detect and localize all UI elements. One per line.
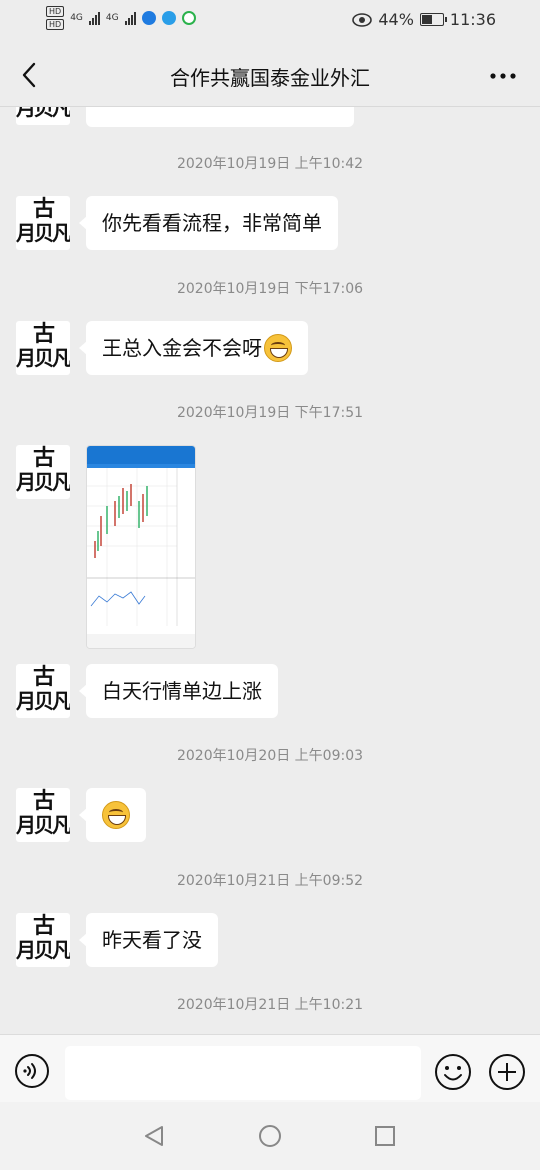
eye-icon	[352, 12, 373, 27]
chart-screenshot-image	[87, 446, 195, 648]
avatar[interactable]: 古 月贝凡	[16, 913, 70, 967]
avatar-glyph-top: 古	[32, 788, 55, 814]
status-left-indicators: HD HD 4G 4G	[46, 6, 196, 30]
timestamp: 2020年10月19日 下午17:51	[176, 405, 364, 421]
message-input[interactable]	[65, 1046, 421, 1100]
signal-bars-icon-2	[124, 11, 136, 25]
avatar[interactable]: 古 月贝凡	[16, 445, 70, 499]
timestamp: 2020年10月21日 上午09:52	[176, 873, 364, 889]
avatar-glyph-top: 古	[32, 321, 55, 347]
home-circle-icon[interactable]	[258, 1124, 282, 1148]
app-notification-icon-2	[161, 11, 176, 25]
avatar-glyph-top: 古	[32, 445, 55, 471]
network-4g-label-1: 4G	[70, 13, 83, 23]
voice-icon[interactable]	[14, 1053, 50, 1089]
avatar-glyph-bottom: 月贝凡	[16, 938, 70, 962]
grin-emoji-icon	[102, 800, 130, 829]
back-triangle-icon[interactable]	[142, 1124, 166, 1148]
chat-header: 合作共赢国泰金业外汇	[0, 44, 540, 107]
emoji-icon[interactable]	[434, 1053, 472, 1091]
recents-square-icon[interactable]	[373, 1124, 397, 1148]
avatar-glyph-bottom: 月贝凡	[16, 346, 70, 370]
network-4g-label-2: 4G	[105, 13, 119, 23]
avatar[interactable]: 古 月贝凡	[16, 321, 70, 375]
avatar-glyph-bottom: 月贝凡	[16, 221, 70, 245]
system-nav-bar	[0, 1102, 540, 1170]
battery-icon	[419, 13, 447, 26]
hd-badge-1: HD	[46, 6, 65, 17]
avatar-glyph-bottom: 月贝凡	[16, 813, 70, 837]
app-notification-icon-3	[181, 11, 196, 25]
avatar[interactable]: 古 月贝凡	[16, 196, 70, 250]
signal-bars-icon	[88, 11, 100, 25]
avatar-glyph-bottom: 月贝凡	[16, 689, 70, 713]
avatar-glyph-top: 古	[32, 664, 55, 690]
status-right-indicators: 44% 11:36	[352, 10, 496, 29]
avatar[interactable]: 古 月贝凡	[16, 788, 70, 842]
avatar-glyph-top: 古	[32, 913, 55, 939]
message-bubble[interactable]: 白天行情单边上涨	[79, 664, 278, 718]
timestamp: 2020年10月19日 上午10:42	[176, 156, 364, 172]
avatar-glyph-bottom: 月贝凡	[16, 470, 70, 494]
plus-icon[interactable]	[488, 1053, 526, 1091]
avatar-glyph-top: 古	[32, 196, 55, 222]
chat-message-list[interactable]: 古 月贝凡 2020年10月19日 上午10:42 古 月贝凡 你先看看流程，非…	[0, 107, 540, 1034]
timestamp: 2020年10月20日 上午09:03	[176, 748, 364, 764]
emoji-message-bubble[interactable]	[79, 788, 146, 842]
message-bubble[interactable]: 昨天看了没	[79, 913, 218, 967]
avatar-glyph-bottom: 月贝凡	[16, 107, 70, 120]
chat-input-bar	[0, 1034, 540, 1103]
avatar[interactable]: 古 月贝凡	[16, 664, 70, 718]
avatar[interactable]: 古 月贝凡	[16, 107, 70, 125]
message-bubble[interactable]: 王总入金会不会呀	[79, 321, 308, 375]
more-dots-icon[interactable]	[488, 66, 518, 86]
message-bubble-partial[interactable]	[86, 107, 354, 127]
image-message-chart-screenshot[interactable]	[86, 445, 196, 649]
app-notification-icon-1	[141, 11, 156, 25]
clock: 11:36	[449, 10, 496, 29]
hd-badge-2: HD	[46, 19, 65, 30]
timestamp: 2020年10月19日 下午17:06	[176, 281, 364, 297]
message-text: 王总入金会不会呀	[102, 336, 262, 360]
timestamp: 2020年10月21日 上午10:21	[176, 997, 364, 1013]
status-bar: HD HD 4G 4G 44% 11:36	[0, 0, 540, 44]
grin-emoji-icon	[264, 333, 292, 362]
battery-percent: 44%	[378, 10, 414, 29]
message-bubble[interactable]: 你先看看流程，非常简单	[79, 196, 338, 250]
chat-title: 合作共赢国泰金业外汇	[170, 66, 370, 90]
